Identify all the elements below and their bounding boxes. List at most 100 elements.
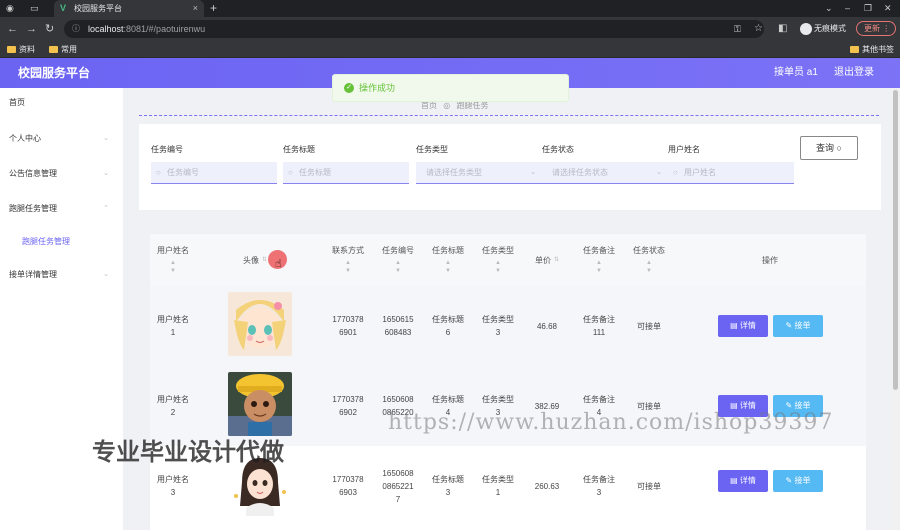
task-status-select[interactable]: 请选择任务状态 ⌄ [542,162,668,184]
input-placeholder: 用户姓名 [684,168,716,177]
filter-label: 任务状态 [542,145,574,154]
close-window-button[interactable]: ✕ [884,0,892,16]
bookmarks-bar: 资料 常用 其他书签 [0,41,900,58]
column-header[interactable]: 任务状态 ▲ ▼ [626,234,672,286]
sort-icon[interactable]: ▲ ▼ [646,259,652,275]
sidebar-item-notices[interactable]: 公告信息管理 ⌄ [0,159,123,189]
site-info-icon[interactable]: ⓘ [72,20,80,38]
cell-phone: 1770378 6902 [332,395,364,417]
cell-remark: 任务备注 111 [583,315,615,337]
avatar [228,292,292,356]
logout-link[interactable]: 退出登录 [834,58,874,88]
new-tab-button[interactable]: + [210,0,217,16]
column-title: 联系方式 [332,246,364,255]
query-button[interactable]: 查询 ○ [800,136,858,160]
divider [139,115,879,116]
task-title-input[interactable]: ○ 任务标题 [283,162,409,184]
key-icon[interactable]: ⚿ [734,22,741,36]
accept-label: 接单 [794,401,811,410]
app-title: 校园服务平台 [18,66,91,80]
sort-icon[interactable]: ▲ ▼ [170,259,176,275]
sort-icon[interactable]: ▲ ▼ [345,259,351,275]
tab-close-icon[interactable]: × [193,0,198,17]
column-title: 操作 [762,255,778,265]
sort-icon[interactable]: ⇅ [262,256,267,264]
user-name-input[interactable]: ○ 用户姓名 [668,162,794,184]
back-arrow-icon[interactable]: ← [7,22,18,36]
sort-icon[interactable]: ▲ ▼ [395,259,401,275]
toast-message: 操作成功 [359,83,396,93]
column-header[interactable]: 任务类型 ▲ ▼ [475,234,521,286]
address-bar: ← → ↻ ⓘ localhost:8081/#/paotuirenwu ⚿ ☆… [0,17,900,41]
sort-icon[interactable]: ▲ ▼ [445,259,451,275]
search-filters: 任务编号 ○ 任务编号 任务标题 ○ 任务标题 任务类型 请选择任务类型 ⌄ 任… [139,124,881,210]
detail-button[interactable]: ▤ 详情 [718,470,768,492]
task-type-select[interactable]: 请选择任务类型 ⌄ [416,162,542,184]
breadcrumb-home[interactable]: 首页 [421,101,437,110]
cell-task-type: 任务类型 1 [482,475,514,497]
other-bookmarks[interactable]: 其他书签 [850,41,894,58]
sidebar-item-home[interactable]: 首页 [0,88,123,118]
update-button[interactable]: 更新 ⋮ [856,21,896,36]
column-header[interactable]: 单价 ⇅ [526,234,568,286]
sidepanel-icon[interactable]: ◧ [778,22,787,36]
scrollbar-thumb[interactable] [893,90,898,390]
column-header: 操作 [740,234,800,286]
task-table: 用户姓名 ▲ ▼ 头像 ⇅ 联系方式 ▲ ▼ 任务编号 ▲ ▼ 任务标题 ▲ ▼ 任务类型 ▲ ▼ 单… [150,234,866,530]
select-placeholder: 请选择任务状态 [552,168,608,177]
current-user: 接单员 a1 [774,67,818,78]
column-header[interactable]: 用户姓名 ▲ ▼ [150,234,196,286]
cell-user-name: 用户姓名 1 [157,315,189,337]
breadcrumb-current: 跑腿任务 [456,101,489,110]
edit-icon: ✎ [785,401,793,410]
forward-arrow-icon[interactable]: → [26,22,37,36]
column-header[interactable]: 任务编号 ▲ ▼ [375,234,421,286]
bookmark-folder[interactable]: 资料 [7,41,35,58]
cell-task-title: 任务标题 3 [432,475,464,497]
cell-remark: 任务备注 3 [583,475,615,497]
sidebar-item-profile[interactable]: 个人中心 ⌄ [0,124,123,154]
sort-icon[interactable]: ▲ ▼ [596,259,602,275]
sidebar-item-label: 首页 [9,98,25,107]
column-header[interactable]: 任务标题 ▲ ▼ [425,234,471,286]
chevron-down-icon: ⌄ [530,169,536,176]
detail-label: 详情 [739,321,756,330]
reload-icon[interactable]: ↻ [45,22,54,36]
minimize-button[interactable]: – [845,0,850,16]
update-label: 更新 [864,24,880,33]
success-toast: ✓ 操作成功 [332,74,569,102]
column-title: 任务类型 [482,246,514,255]
browser-tab[interactable]: V 校园服务平台 × [54,0,204,17]
avatar [228,372,292,436]
browser-menu-icon[interactable]: ◉ [6,3,16,13]
tab-search-icon[interactable]: ⌄ [825,0,833,16]
query-label: 查询 [816,143,835,153]
bookmark-folder[interactable]: 常用 [49,41,77,58]
column-title: 用户姓名 [157,246,189,255]
restore-button[interactable]: ❐ [864,0,872,16]
star-icon[interactable]: ☆ [754,22,763,36]
sort-icon[interactable]: ⇅ [554,256,559,264]
column-title: 头像 [242,255,259,265]
column-header[interactable]: 任务备注 ▲ ▼ [576,234,622,286]
cell-phone: 1770378 6901 [332,315,364,337]
sort-icon[interactable]: ▲ ▼ [495,259,501,275]
table-row: 用户姓名 1 1770378 6901 1650615 608483 任务标题 … [150,286,866,366]
detail-button[interactable]: ▤ 详情 [718,315,768,337]
sidebar-subitem-errands[interactable]: 跑腿任务管理 [22,235,70,249]
vue-logo-icon: V [60,3,67,13]
sidebar-item-errands[interactable]: 跑腿任务管理 ⌃ [0,194,123,224]
incognito-indicator[interactable]: 无痕模式 [800,22,846,36]
cell-task-type: 任务类型 3 [482,315,514,337]
accept-button[interactable]: ✎ 接单 [773,315,823,337]
detail-label: 详情 [739,401,756,410]
cell-status: 可接单 [637,321,661,331]
accept-button[interactable]: ✎ 接单 [773,470,823,492]
column-header[interactable]: 联系方式 ▲ ▼ [325,234,371,286]
task-no-input[interactable]: ○ 任务编号 [151,162,277,184]
sidebar-item-orders[interactable]: 接单详情管理 ⌄ [0,260,123,290]
url-input[interactable]: ⓘ localhost:8081/#/paotuirenwu [64,20,764,38]
edit-icon: ✎ [785,321,793,330]
tab-overview-icon[interactable]: ▭ [30,3,40,13]
cell-price: 46.68 [536,321,558,331]
